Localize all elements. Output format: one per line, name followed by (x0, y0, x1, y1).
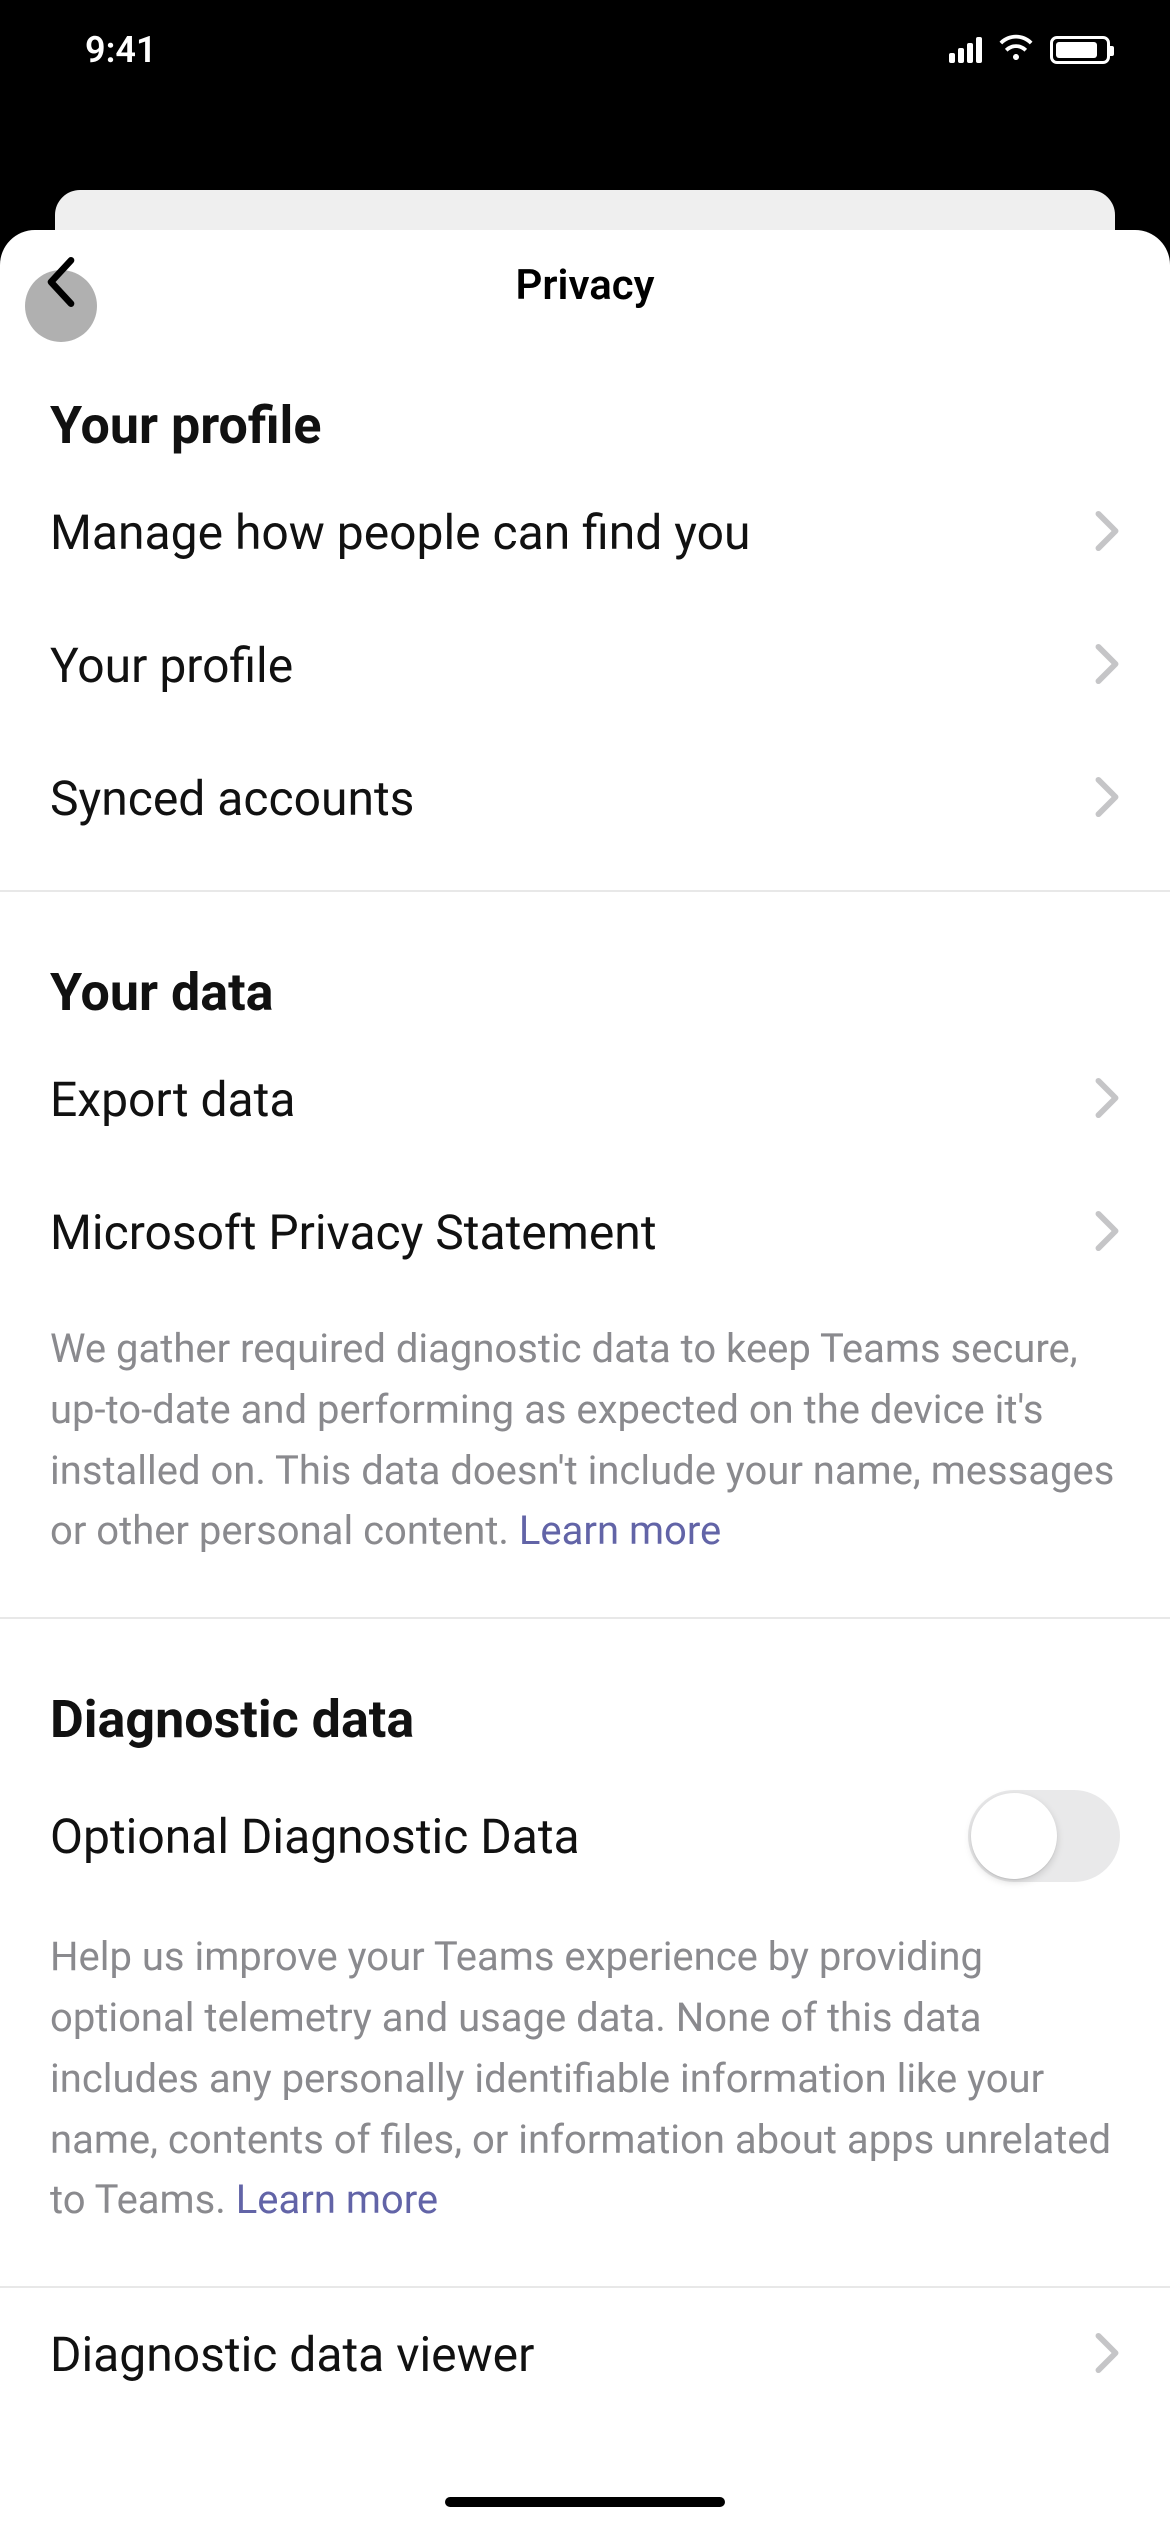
cellular-signal-icon (949, 37, 982, 63)
chevron-right-icon (1094, 643, 1120, 689)
status-icons (949, 30, 1110, 70)
row-manage-find-you[interactable]: Manage how people can find you (0, 466, 1170, 599)
row-label: Optional Diagnostic Data (50, 1808, 580, 1865)
settings-sheet: Privacy Your profile Manage how people c… (0, 230, 1170, 2532)
row-privacy-statement[interactable]: Microsoft Privacy Statement (0, 1166, 1170, 1299)
learn-more-link[interactable]: Learn more (236, 2176, 438, 2223)
row-label: Synced accounts (50, 770, 414, 827)
section-header-diagnostic: Diagnostic data (0, 1619, 1170, 1760)
chevron-right-icon (1094, 776, 1120, 822)
status-bar: 9:41 (0, 0, 1170, 100)
row-label: Diagnostic data viewer (50, 2326, 534, 2383)
row-diagnostic-data-viewer[interactable]: Diagnostic data viewer (0, 2288, 1170, 2421)
battery-icon (1050, 36, 1110, 64)
chevron-left-icon (46, 257, 76, 311)
row-synced-accounts[interactable]: Synced accounts (0, 732, 1170, 865)
wifi-icon (998, 30, 1034, 70)
section-header-data: Your data (0, 892, 1170, 1033)
row-optional-diagnostic: Optional Diagnostic Data (0, 1760, 1170, 1907)
chevron-right-icon (1094, 1077, 1120, 1123)
chevron-right-icon (1094, 1210, 1120, 1256)
description-text: Help us improve your Teams experience by… (50, 1933, 1111, 2223)
back-button[interactable] (25, 248, 97, 320)
row-your-profile[interactable]: Your profile (0, 599, 1170, 732)
row-label: Manage how people can find you (50, 504, 750, 561)
nav-header: Privacy (0, 230, 1170, 340)
section-header-profile: Your profile (0, 340, 1170, 466)
row-label: Your profile (50, 637, 293, 694)
optional-diagnostic-description: Help us improve your Teams experience by… (0, 1907, 1170, 2261)
home-indicator[interactable] (445, 2497, 725, 2507)
status-time: 9:41 (85, 29, 157, 71)
row-label: Microsoft Privacy Statement (50, 1204, 657, 1261)
row-label: Export data (50, 1071, 295, 1128)
row-export-data[interactable]: Export data (0, 1033, 1170, 1166)
diagnostic-description: We gather required diagnostic data to ke… (0, 1299, 1170, 1592)
learn-more-link[interactable]: Learn more (519, 1507, 721, 1554)
chevron-right-icon (1094, 510, 1120, 556)
page-title: Privacy (515, 261, 654, 310)
toggle-optional-diagnostic[interactable] (968, 1790, 1120, 1882)
chevron-right-icon (1094, 2332, 1120, 2378)
